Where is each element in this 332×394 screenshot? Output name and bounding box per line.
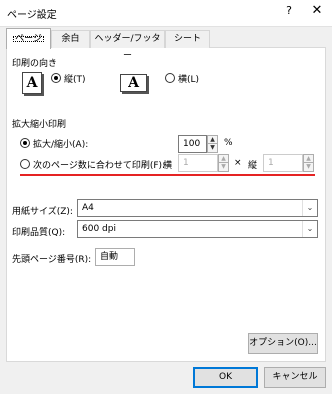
fit-pages-radio[interactable] xyxy=(20,159,30,169)
portrait-radio[interactable] xyxy=(51,73,61,83)
paper-size-select[interactable]: A4 ⌄ xyxy=(77,199,318,217)
tab-sheet-label: シート xyxy=(173,34,201,44)
fit-tall-spinner[interactable]: ▲ ▼ xyxy=(303,154,314,172)
print-quality-select[interactable]: 600 dpi ⌄ xyxy=(77,220,318,238)
spin-up-icon[interactable]: ▲ xyxy=(219,155,228,163)
zoom-label[interactable]: 拡大/縮小(A): xyxy=(33,137,88,150)
fit-wide-label: 横 xyxy=(163,161,173,171)
landscape-page-icon: A xyxy=(120,74,147,92)
chevron-down-icon[interactable]: ⌄ xyxy=(302,200,317,216)
tab-margins[interactable]: 余白 xyxy=(51,30,90,48)
paper-size-label: 用紙サイズ(Z): xyxy=(12,207,73,217)
tab-header-footer[interactable]: ヘッダー/フッター xyxy=(90,30,165,61)
help-button[interactable]: ? xyxy=(282,4,296,20)
highlight-underline xyxy=(20,174,315,176)
dialog-title: ページ設定 xyxy=(7,10,57,21)
fit-wide-spinner[interactable]: ▲ ▼ xyxy=(218,154,229,172)
close-button[interactable]: ✕ xyxy=(310,3,324,19)
print-quality-value: 600 dpi xyxy=(82,224,116,234)
fit-tall-label: 縦 xyxy=(248,161,258,171)
zoom-input[interactable]: 100 xyxy=(178,135,207,153)
portrait-label[interactable]: 縦(T) xyxy=(64,72,86,85)
first-page-label: 先頭ページ番号(R): xyxy=(12,255,92,265)
tab-page-label: ページ xyxy=(11,34,46,44)
scaling-heading: 拡大縮小印刷 xyxy=(12,120,67,130)
fit-pages-label[interactable]: 次のページ数に合わせて印刷(F): xyxy=(33,158,165,171)
times-symbol: × xyxy=(234,158,242,168)
orientation-heading: 印刷の向き xyxy=(12,59,58,69)
tab-page[interactable]: ページ xyxy=(6,28,51,49)
chevron-down-icon[interactable]: ⌄ xyxy=(302,221,317,237)
spin-down-icon[interactable]: ▼ xyxy=(208,144,217,152)
fit-wide-input[interactable]: 1 xyxy=(178,154,218,172)
zoom-spinner[interactable]: ▲ ▼ xyxy=(207,135,218,153)
print-quality-label: 印刷品質(Q): xyxy=(12,228,66,238)
portrait-page-icon: A xyxy=(22,72,42,94)
cancel-button[interactable]: キャンセル xyxy=(264,367,326,388)
landscape-radio[interactable] xyxy=(165,73,175,83)
fit-tall-input[interactable]: 1 xyxy=(263,154,303,172)
spin-down-icon[interactable]: ▼ xyxy=(219,163,228,171)
options-button[interactable]: オプション(O)... xyxy=(248,333,318,354)
first-page-input[interactable]: 自動 xyxy=(95,248,135,266)
tab-margins-label: 余白 xyxy=(61,34,80,44)
zoom-unit: % xyxy=(224,138,233,148)
spin-up-icon[interactable]: ▲ xyxy=(208,136,217,144)
zoom-radio[interactable] xyxy=(20,138,30,148)
spin-down-icon[interactable]: ▼ xyxy=(304,163,313,171)
paper-size-value: A4 xyxy=(82,203,94,213)
tab-sheet[interactable]: シート xyxy=(165,30,210,48)
spin-up-icon[interactable]: ▲ xyxy=(304,155,313,163)
ok-button[interactable]: OK xyxy=(193,367,258,388)
landscape-label[interactable]: 横(L) xyxy=(178,72,199,85)
